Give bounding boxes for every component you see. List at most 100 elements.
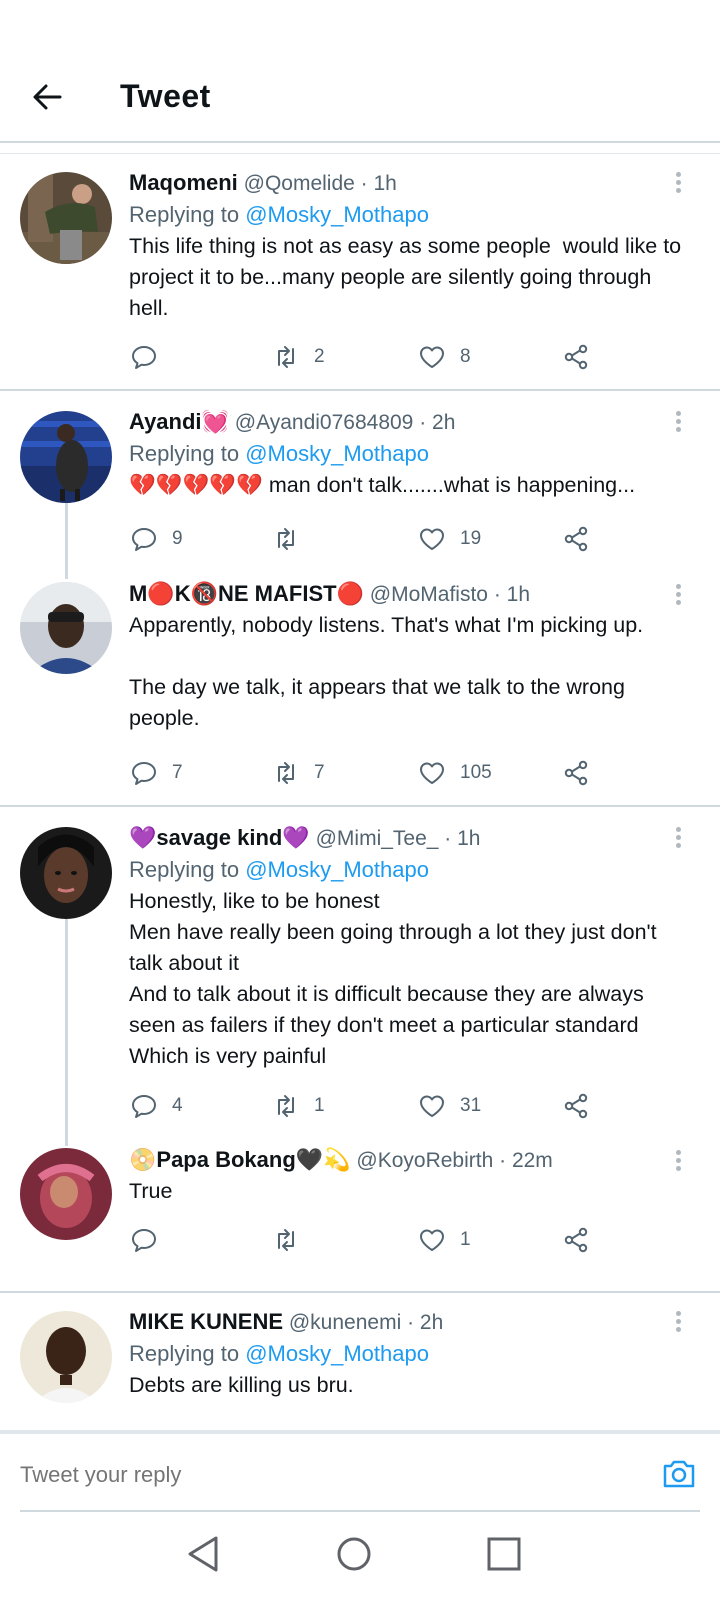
- display-name[interactable]: MIKE KUNENE: [129, 1309, 283, 1334]
- timestamp: · 1h: [438, 827, 481, 850]
- display-name[interactable]: Ayandi💓: [129, 409, 229, 434]
- reply-feed[interactable]: Maqomeni @Qomelide · 1h Replying to @Mos…: [0, 154, 720, 1430]
- system-nav-bar: [0, 1512, 720, 1600]
- avatar[interactable]: [20, 172, 112, 264]
- retweet-button[interactable]: 1: [272, 1089, 325, 1123]
- nav-back-icon[interactable]: [182, 1532, 226, 1576]
- replying-to-label: Replying to: [129, 1341, 246, 1366]
- tweet-text: Debts are killing us bru.: [129, 1373, 354, 1397]
- avatar[interactable]: [20, 411, 112, 503]
- reply-button[interactable]: [130, 1223, 172, 1257]
- display-name[interactable]: 📀Papa Bokang🖤💫: [129, 1147, 351, 1172]
- share-button[interactable]: [562, 1089, 590, 1123]
- reply-count: 4: [172, 1095, 183, 1116]
- avatar[interactable]: [20, 1148, 112, 1240]
- tweet[interactable]: MIKE KUNENE @kunenemi · 2h Replying to @…: [0, 1293, 720, 1430]
- handle[interactable]: @KoyoRebirth: [356, 1149, 493, 1172]
- handle[interactable]: @MoMafisto: [370, 583, 488, 606]
- retweet-icon: [278, 1229, 294, 1251]
- more-options-icon[interactable]: [674, 1309, 682, 1335]
- tweet-text: Honestly, like to be honest Men have rea…: [129, 889, 657, 1068]
- reply-icon: [132, 762, 156, 785]
- share-button[interactable]: [562, 340, 590, 374]
- reply-button[interactable]: 9: [130, 522, 183, 556]
- more-options-icon[interactable]: [674, 409, 682, 435]
- timestamp: · 1h: [354, 172, 397, 195]
- reply-button[interactable]: 4: [130, 1089, 183, 1123]
- handle[interactable]: @Mimi_Tee_: [316, 827, 439, 850]
- camera-icon[interactable]: [660, 1454, 698, 1492]
- tweet-header: Maqomeni @Qomelide · 1h: [129, 168, 692, 199]
- tweet-header: 💜savage kind💜 @Mimi_Tee_ · 1h: [129, 823, 692, 854]
- share-icon: [564, 760, 588, 786]
- nav-home-icon[interactable]: [332, 1532, 376, 1576]
- heart-icon: [420, 1095, 444, 1117]
- display-name[interactable]: 💜savage kind💜: [129, 825, 310, 850]
- tweet-header: 📀Papa Bokang🖤💫 @KoyoRebirth · 22m: [129, 1145, 692, 1176]
- top-app-bar: Tweet: [0, 0, 720, 143]
- tweet-text: True: [129, 1179, 173, 1203]
- reply-input[interactable]: [20, 1462, 580, 1488]
- reply-button[interactable]: [130, 340, 172, 374]
- reply-button[interactable]: 7: [130, 756, 183, 790]
- tweet[interactable]: 📀Papa Bokang🖤💫 @KoyoRebirth · 22m True 1: [0, 1138, 720, 1293]
- retweet-icon: [278, 1095, 294, 1117]
- thread-line: [65, 503, 68, 572]
- more-options-icon[interactable]: [674, 582, 682, 608]
- avatar[interactable]: [20, 582, 112, 674]
- like-count: 8: [460, 346, 471, 367]
- like-button[interactable]: 31: [418, 1089, 481, 1123]
- like-count: 105: [460, 762, 492, 783]
- tweet[interactable]: Ayandi💓 @Ayandi07684809 · 2h Replying to…: [0, 391, 720, 572]
- tweet[interactable]: M🔴K🔞NE MAFIST🔴 @MoMafisto · 1h Apparentl…: [0, 572, 720, 807]
- more-options-icon[interactable]: [674, 825, 682, 851]
- reply-count: 9: [172, 528, 183, 549]
- like-button[interactable]: 105: [418, 756, 492, 790]
- tweet[interactable]: Maqomeni @Qomelide · 1h Replying to @Mos…: [0, 154, 720, 391]
- action-bar: 9 19: [130, 522, 610, 556]
- handle[interactable]: @Ayandi07684809: [235, 411, 414, 434]
- heart-icon: [420, 1229, 444, 1251]
- tweet-header: Ayandi💓 @Ayandi07684809 · 2h: [129, 407, 692, 438]
- timestamp: · 1h: [487, 583, 531, 606]
- display-name[interactable]: M🔴K🔞NE MAFIST🔴: [129, 581, 364, 606]
- share-button[interactable]: [562, 1223, 590, 1257]
- like-count: 31: [460, 1095, 482, 1116]
- back-arrow-icon[interactable]: [30, 80, 64, 114]
- display-name[interactable]: Maqomeni: [129, 170, 238, 195]
- action-bar: 4 1 31: [130, 1089, 610, 1123]
- retweet-button[interactable]: 7: [272, 756, 325, 790]
- share-icon: [564, 1227, 588, 1253]
- tweet-text: 💔💔💔💔💔 man don't talk.......what is happe…: [129, 473, 636, 497]
- reply-compose-bar: [0, 1430, 720, 1512]
- mention-link[interactable]: @Mosky_Mothapo: [245, 441, 429, 466]
- handle[interactable]: @kunenemi: [289, 1311, 401, 1334]
- thread-line: [65, 572, 68, 579]
- mention-link[interactable]: @Mosky_Mothapo: [245, 202, 429, 227]
- share-button[interactable]: [562, 756, 590, 790]
- mention-link[interactable]: @Mosky_Mothapo: [245, 1341, 429, 1366]
- heart-icon: [420, 346, 444, 368]
- tweet[interactable]: 💜savage kind💜 @Mimi_Tee_ · 1h Replying t…: [0, 807, 720, 1138]
- retweet-icon: [278, 762, 294, 784]
- retweet-button[interactable]: 2: [272, 340, 325, 374]
- more-options-icon[interactable]: [674, 1148, 682, 1174]
- nav-recents-icon[interactable]: [482, 1532, 526, 1576]
- tweet-header: MIKE KUNENE @kunenemi · 2h: [129, 1307, 692, 1338]
- like-button[interactable]: 8: [418, 340, 471, 374]
- reply-count: 7: [172, 762, 183, 783]
- like-button[interactable]: 1: [418, 1223, 471, 1257]
- avatar[interactable]: [20, 827, 112, 919]
- retweet-button[interactable]: [272, 1223, 314, 1257]
- replying-to-label: Replying to: [129, 202, 246, 227]
- retweet-button[interactable]: [272, 522, 314, 556]
- mention-link[interactable]: @Mosky_Mothapo: [245, 857, 429, 882]
- share-icon: [564, 344, 588, 370]
- handle[interactable]: @Qomelide: [244, 172, 355, 195]
- tweet-text: Apparently, nobody listens. That's what …: [129, 613, 644, 730]
- share-button[interactable]: [562, 522, 590, 556]
- more-options-icon[interactable]: [674, 170, 682, 196]
- like-button[interactable]: 19: [418, 522, 481, 556]
- timestamp: · 22m: [493, 1149, 553, 1172]
- avatar[interactable]: [20, 1311, 112, 1403]
